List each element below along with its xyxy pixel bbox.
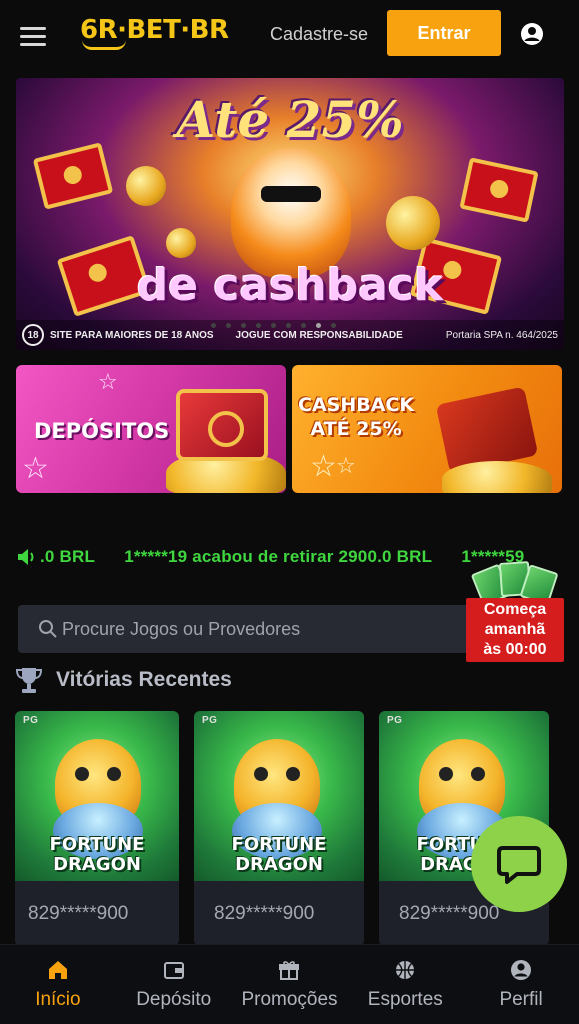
game-name-line1: FORTUNE (231, 834, 327, 855)
hero-legal-footer: 18 SITE PARA MAIORES DE 18 ANOS JOGUE CO… (16, 320, 564, 350)
game-name-line1: FORTUNE (49, 834, 145, 855)
signup-link[interactable]: Cadastre-se (270, 24, 368, 45)
provider-tag: PG (387, 715, 403, 726)
recent-win-card[interactable]: PG FORTUNE DRAGON 829*****900 (194, 711, 364, 946)
speaker-icon (18, 549, 34, 565)
cashback-promo-label-line1: CASHBACK (298, 394, 415, 416)
nav-item-promocoes[interactable]: Promoções (232, 945, 348, 1024)
gold-coin-decoration (166, 228, 196, 258)
live-chat-button[interactable] (471, 816, 567, 912)
recent-win-card[interactable]: PG FORTUNE DRAGON 829*****900 (15, 711, 179, 946)
game-name: FORTUNE DRAGON (15, 835, 179, 875)
gift-icon (279, 961, 300, 980)
trophy-icon (16, 668, 42, 693)
provider-tag: PG (23, 715, 39, 726)
nav-label: Depósito (136, 989, 212, 1010)
red-envelope-decoration (459, 157, 539, 223)
game-name: FORTUNE DRAGON (194, 835, 364, 875)
nav-label: Início (35, 989, 81, 1010)
safe-box-illustration (176, 389, 268, 461)
nav-item-deposito[interactable]: Depósito (116, 945, 232, 1024)
nav-label: Esportes (367, 989, 443, 1010)
ordinance-notice: Portaria SPA n. 464/2025 (445, 329, 558, 341)
hero-title-top: Até 25% (176, 90, 404, 149)
top-header: 6R·BET·BR Cadastre-se Entrar (0, 0, 579, 70)
home-icon (48, 961, 67, 979)
age-restriction-badge: 18 (22, 324, 44, 346)
hero-title-bottom: de cashback (136, 260, 444, 311)
daily-countdown-badge[interactable]: Começa amanhã às 00:00 (466, 560, 564, 662)
countdown-line1: Começa (483, 601, 547, 618)
basketball-icon (396, 961, 415, 979)
search-input[interactable] (62, 618, 462, 640)
cashback-promo-banner[interactable]: ☆ ☆ CASHBACK ATÉ 25% (292, 365, 562, 493)
winner-username: 829*****900 (399, 903, 500, 924)
tiger-mascot-illustration (231, 148, 351, 278)
nav-label: Promoções (241, 989, 338, 1010)
game-name-line2: DRAGON (235, 854, 323, 875)
user-account-icon[interactable] (520, 22, 544, 46)
star-decoration: ☆ (98, 369, 118, 394)
search-bar[interactable] (18, 605, 482, 653)
recent-wins-heading: Vitórias Recentes (16, 666, 232, 694)
search-icon (39, 620, 57, 638)
gold-coin-decoration (386, 196, 440, 250)
star-decoration: ☆ (310, 450, 337, 483)
star-decoration: ☆ (22, 452, 49, 485)
logo-smile-mark (82, 40, 126, 50)
deposit-promo-label: DEPÓSITOS (34, 419, 170, 443)
recent-wins-title: Vitórias Recentes (56, 668, 232, 691)
responsible-gaming-notice: JOGUE COM RESPONSABILIDADE (235, 329, 403, 341)
ticker-text: .0 BRL 1*****19 acabou de retirar 2900.0… (40, 547, 525, 566)
hero-banner[interactable]: Até 25% de cashback 18 SITE PARA MAIORES… (16, 78, 564, 350)
game-thumbnail: PG FORTUNE DRAGON (194, 711, 364, 881)
cashback-promo-label: CASHBACK ATÉ 25% (298, 393, 414, 441)
deposit-promo-banner[interactable]: ☆ ☆ DEPÓSITOS (16, 365, 286, 493)
countdown-line3: às 00:00 (483, 641, 547, 658)
nav-item-esportes[interactable]: Esportes (347, 945, 463, 1024)
nav-label: Perfil (499, 989, 543, 1010)
countdown-text-box: Começa amanhã às 00:00 (466, 598, 564, 662)
profile-icon (511, 960, 532, 980)
hamburger-menu-icon[interactable] (20, 27, 46, 47)
nav-item-perfil[interactable]: Perfil (463, 945, 579, 1024)
winner-username: 829*****900 (28, 903, 129, 924)
gold-coin-decoration (126, 166, 166, 206)
site-logo[interactable]: 6R·BET·BR (80, 14, 229, 58)
coin-pile-decoration (442, 461, 552, 493)
nav-item-inicio[interactable]: Início (0, 945, 116, 1024)
age-notice: SITE PARA MAIORES DE 18 ANOS (50, 329, 214, 341)
countdown-line2: amanhã (484, 621, 546, 638)
provider-tag: PG (202, 715, 218, 726)
login-button[interactable]: Entrar (387, 10, 501, 56)
wallet-icon (163, 962, 184, 979)
money-bills-icon (470, 560, 559, 607)
bottom-navigation: Início Depósito Promoções Esportes Perfi… (0, 944, 579, 1024)
star-decoration: ☆ (336, 453, 356, 478)
game-thumbnail: PG FORTUNE DRAGON (15, 711, 179, 881)
cashback-promo-label-line2: ATÉ 25% (310, 418, 402, 440)
chat-bubble-icon (497, 846, 541, 884)
red-envelope-decoration (32, 142, 114, 210)
game-name-line2: DRAGON (53, 854, 141, 875)
winner-username: 829*****900 (214, 903, 315, 924)
